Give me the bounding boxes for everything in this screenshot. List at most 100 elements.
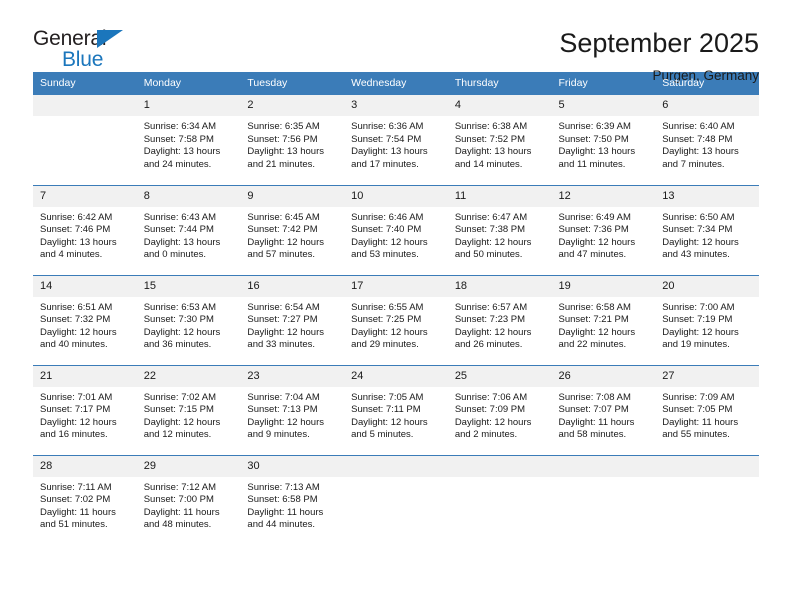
sunrise-time: Sunrise: 7:02 AM — [143, 391, 217, 403]
calendar-day-cell[interactable]: 28 Sunrise: 7:11 AM Sunset: 7:02 PM Dayligh… — [33, 454, 137, 545]
sunset-time: Sunset: 7:48 PM — [662, 133, 733, 145]
day-number: 3 — [344, 95, 448, 116]
day-number: 19 — [551, 275, 656, 297]
daylight-minutes: and 53 minutes. — [351, 249, 419, 261]
daylight-hours: Daylight: 13 hours — [558, 146, 636, 158]
day-details: Sunrise: 6:47 AM Sunset: 7:38 PM Daylight:… — [448, 207, 552, 262]
day-details: Sunrise: 6:53 AM Sunset: 7:30 PM Daylight:… — [137, 297, 241, 352]
weekday-header-thursday: Thursday — [447, 72, 552, 95]
daylight-hours: Daylight: 13 hours — [454, 146, 532, 158]
day-number: 22 — [136, 365, 241, 387]
calendar-day-cell[interactable]: 25 Sunrise: 7:06 AM Sunset: 7:09 PM Dayligh… — [447, 364, 552, 455]
sunset-time: Sunset: 7:13 PM — [247, 404, 318, 416]
daylight-minutes: and 16 minutes. — [40, 429, 108, 441]
daylight-hours: Daylight: 12 hours — [454, 236, 532, 248]
daylight-hours: Daylight: 12 hours — [40, 416, 117, 428]
sunset-time: Sunset: 7:40 PM — [351, 224, 422, 236]
calendar-day-cell[interactable]: 21 Sunrise: 7:01 AM Sunset: 7:17 PM Dayligh… — [33, 364, 137, 455]
day-number — [447, 455, 552, 477]
day-details: Sunrise: 6:35 AM Sunset: 7:56 PM Daylight:… — [240, 116, 344, 171]
daylight-minutes: and 14 minutes. — [454, 158, 523, 170]
daylight-minutes: and 58 minutes. — [558, 429, 627, 441]
calendar-day-cell[interactable]: 5 Sunrise: 6:39 AM Sunset: 7:50 PM Daylight… — [551, 95, 656, 185]
day-details: Sunrise: 7:02 AM Sunset: 7:15 PM Daylight:… — [137, 387, 241, 442]
calendar-day-cell[interactable]: 12 Sunrise: 6:49 AM Sunset: 7:36 PM Dayligh… — [551, 184, 656, 275]
calendar-day-cell[interactable]: 13 Sunrise: 6:50 AM Sunset: 7:34 PM Dayligh… — [655, 184, 759, 275]
calendar-cell-empty — [655, 454, 759, 545]
weekday-header-wednesday: Wednesday — [344, 72, 448, 95]
sunrise-time: Sunrise: 7:11 AM — [40, 481, 112, 493]
sunrise-time: Sunrise: 7:12 AM — [143, 481, 217, 493]
calendar-day-cell[interactable]: 7 Sunrise: 6:42 AM Sunset: 7:46 PM Daylight… — [33, 184, 137, 275]
day-details: Sunrise: 7:05 AM Sunset: 7:11 PM Daylight:… — [344, 387, 448, 442]
day-number: 12 — [551, 185, 656, 207]
calendar-day-cell[interactable]: 16 Sunrise: 6:54 AM Sunset: 7:27 PM Dayligh… — [240, 274, 345, 365]
sunrise-time: Sunrise: 7:08 AM — [558, 391, 631, 403]
calendar-body: 1 Sunrise: 6:34 AM Sunset: 7:58 PM Daylight… — [33, 95, 759, 545]
calendar-day-cell[interactable]: 22 Sunrise: 7:02 AM Sunset: 7:15 PM Dayligh… — [136, 364, 241, 455]
day-details: Sunrise: 7:09 AM Sunset: 7:05 PM Daylight:… — [655, 387, 759, 442]
sunset-time: Sunset: 7:05 PM — [662, 404, 733, 416]
daylight-hours: Daylight: 12 hours — [143, 326, 221, 338]
daylight-minutes: and 0 minutes. — [143, 249, 207, 261]
calendar-day-cell[interactable]: 9 Sunrise: 6:45 AM Sunset: 7:42 PM Daylight… — [240, 184, 345, 275]
sunset-time: Sunset: 7:02 PM — [40, 494, 111, 506]
day-number: 23 — [240, 365, 345, 387]
calendar-day-cell[interactable]: 29 Sunrise: 7:12 AM Sunset: 7:00 PM Dayligh… — [136, 454, 241, 545]
day-number — [33, 95, 137, 116]
daylight-minutes: and 21 minutes. — [247, 158, 316, 170]
sunrise-time: Sunrise: 6:35 AM — [247, 121, 320, 132]
calendar-day-cell[interactable]: 24 Sunrise: 7:05 AM Sunset: 7:11 PM Dayligh… — [344, 364, 448, 455]
calendar-day-cell[interactable]: 17 Sunrise: 6:55 AM Sunset: 7:25 PM Dayligh… — [344, 274, 448, 365]
calendar-day-cell[interactable]: 19 Sunrise: 6:58 AM Sunset: 7:21 PM Dayligh… — [551, 274, 656, 365]
daylight-hours: Daylight: 12 hours — [247, 326, 324, 338]
calendar-day-cell[interactable]: 20 Sunrise: 7:00 AM Sunset: 7:19 PM Dayligh… — [655, 274, 759, 365]
sunrise-time: Sunrise: 6:57 AM — [454, 301, 528, 313]
sunrise-time: Sunrise: 6:42 AM — [40, 211, 113, 223]
sunset-time: Sunset: 7:58 PM — [143, 133, 214, 145]
calendar-day-cell[interactable]: 11 Sunrise: 6:47 AM Sunset: 7:38 PM Dayligh… — [447, 184, 552, 275]
sunset-time: Sunset: 7:38 PM — [454, 224, 526, 236]
day-details: Sunrise: 6:43 AM Sunset: 7:44 PM Daylight:… — [137, 207, 241, 262]
sunrise-time: Sunrise: 7:05 AM — [351, 391, 424, 403]
day-number: 18 — [447, 275, 552, 297]
sunrise-time: Sunrise: 6:46 AM — [351, 211, 424, 223]
calendar-day-cell[interactable]: 27 Sunrise: 7:09 AM Sunset: 7:05 PM Dayligh… — [655, 364, 759, 455]
sunset-time: Sunset: 7:46 PM — [40, 224, 111, 236]
daylight-hours: Daylight: 12 hours — [454, 326, 532, 338]
day-number: 1 — [136, 95, 241, 116]
daylight-hours: Daylight: 13 hours — [143, 146, 221, 158]
day-number: 15 — [136, 275, 241, 297]
calendar-week-row: 21 Sunrise: 7:01 AM Sunset: 7:17 PM Dayligh… — [33, 364, 759, 455]
calendar-day-cell[interactable]: 10 Sunrise: 6:46 AM Sunset: 7:40 PM Dayligh… — [344, 184, 448, 275]
calendar-day-cell[interactable]: 4 Sunrise: 6:38 AM Sunset: 7:52 PM Daylight… — [447, 95, 552, 185]
daylight-hours: Daylight: 13 hours — [40, 236, 117, 248]
calendar-day-cell[interactable]: 2 Sunrise: 6:35 AM Sunset: 7:56 PM Daylight… — [240, 95, 345, 185]
calendar-day-cell[interactable]: 15 Sunrise: 6:53 AM Sunset: 7:30 PM Dayligh… — [136, 274, 241, 365]
calendar-day-cell[interactable]: 3 Sunrise: 6:36 AM Sunset: 7:54 PM Daylight… — [344, 95, 448, 185]
day-number: 10 — [344, 185, 448, 207]
calendar-day-cell[interactable]: 8 Sunrise: 6:43 AM Sunset: 7:44 PM Daylight… — [136, 184, 241, 275]
calendar-day-cell[interactable]: 26 Sunrise: 7:08 AM Sunset: 7:07 PM Dayligh… — [551, 364, 656, 455]
day-details: Sunrise: 7:08 AM Sunset: 7:07 PM Daylight:… — [552, 387, 656, 442]
day-details: Sunrise: 7:11 AM Sunset: 7:02 PM Daylight:… — [33, 477, 137, 532]
calendar-day-cell[interactable]: 23 Sunrise: 7:04 AM Sunset: 7:13 PM Dayligh… — [240, 364, 345, 455]
calendar-day-cell[interactable]: 6 Sunrise: 6:40 AM Sunset: 7:48 PM Daylight… — [655, 95, 759, 185]
sunset-time: Sunset: 6:58 PM — [247, 494, 318, 506]
calendar-day-cell[interactable]: 1 Sunrise: 6:34 AM Sunset: 7:58 PM Daylight… — [136, 95, 241, 185]
daylight-minutes: and 11 minutes. — [558, 158, 626, 170]
weekday-header-tuesday: Tuesday — [240, 72, 345, 95]
general-blue-logo[interactable]: General Blue — [33, 27, 143, 73]
sunset-time: Sunset: 7:25 PM — [351, 314, 422, 326]
calendar-day-cell[interactable]: 14 Sunrise: 6:51 AM Sunset: 7:32 PM Dayligh… — [33, 274, 137, 365]
logo-text-blue: Blue — [62, 48, 104, 71]
sunset-time: Sunset: 7:11 PM — [351, 404, 421, 416]
daylight-hours: Daylight: 12 hours — [558, 326, 636, 338]
daylight-minutes: and 19 minutes. — [662, 339, 730, 351]
sunrise-time: Sunrise: 6:43 AM — [143, 211, 217, 223]
calendar-day-cell[interactable]: 18 Sunrise: 6:57 AM Sunset: 7:23 PM Dayligh… — [447, 274, 552, 365]
daylight-minutes: and 33 minutes. — [247, 339, 316, 351]
day-details: Sunrise: 6:49 AM Sunset: 7:36 PM Daylight:… — [552, 207, 656, 262]
daylight-minutes: and 2 minutes. — [454, 429, 518, 441]
calendar-day-cell[interactable]: 30 Sunrise: 7:13 AM Sunset: 6:58 PM Dayligh… — [240, 454, 345, 545]
